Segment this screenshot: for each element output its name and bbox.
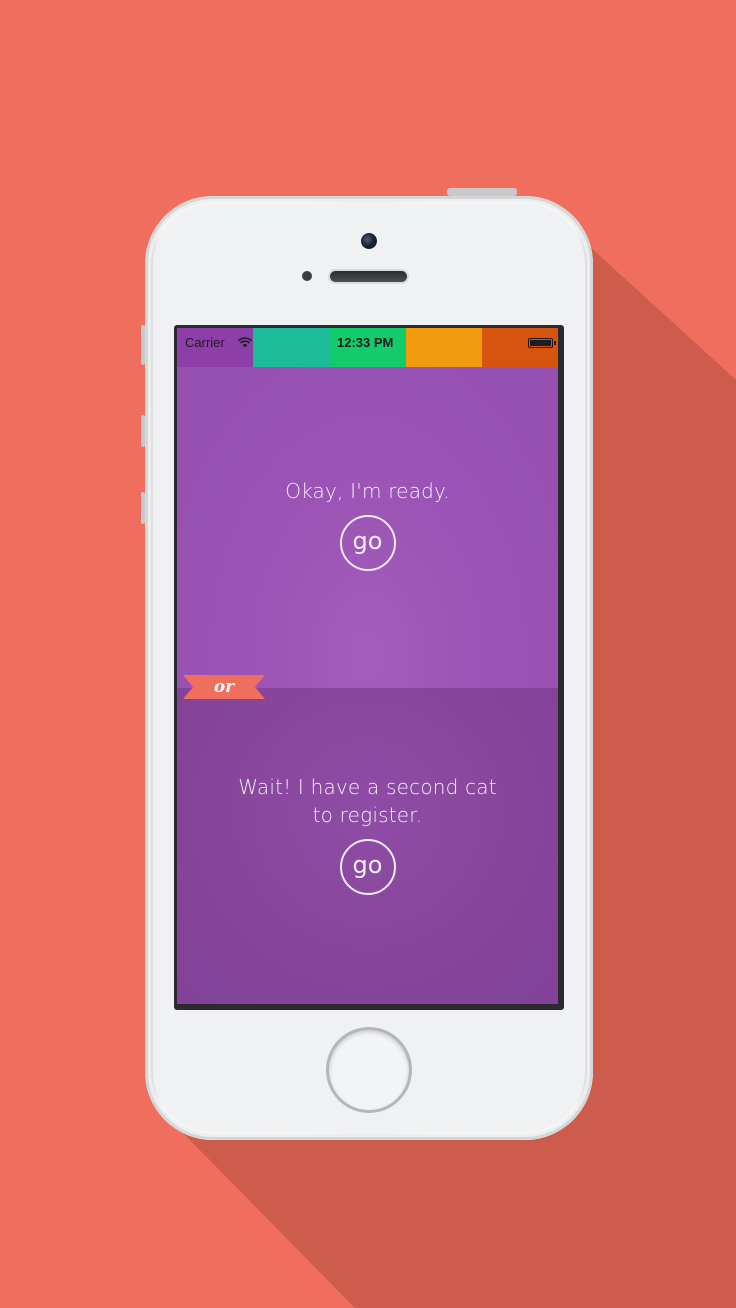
iphone-device: Carrier 12:33 PM Okay, I'm ready. go Wai… bbox=[145, 196, 593, 1140]
app-screen: Carrier 12:33 PM Okay, I'm ready. go Wai… bbox=[174, 325, 564, 1010]
status-segment bbox=[405, 328, 482, 367]
go-button-ready[interactable]: go bbox=[339, 515, 396, 571]
battery-tip bbox=[554, 341, 556, 345]
or-divider-label: or bbox=[213, 677, 235, 697]
carrier-label: Carrier bbox=[185, 335, 225, 350]
status-time: 12:33 PM bbox=[337, 335, 394, 350]
power-button[interactable] bbox=[447, 188, 517, 196]
home-button[interactable] bbox=[329, 1030, 409, 1110]
second-cat-panel: Wait! I have a second cat to register. g… bbox=[177, 688, 558, 1004]
ready-prompt: Okay, I'm ready. bbox=[285, 479, 450, 503]
battery-level bbox=[530, 340, 551, 346]
front-camera-icon bbox=[361, 233, 377, 249]
ready-panel: Okay, I'm ready. go bbox=[177, 367, 558, 688]
earpiece-speaker bbox=[330, 271, 407, 282]
proximity-sensor bbox=[302, 271, 312, 281]
battery-icon bbox=[528, 338, 556, 348]
go-button-second-cat[interactable]: go bbox=[339, 839, 396, 895]
status-bar: Carrier 12:33 PM bbox=[177, 328, 559, 367]
wifi-icon bbox=[238, 337, 252, 348]
second-cat-prompt: Wait! I have a second cat to register. bbox=[238, 775, 497, 827]
status-segment bbox=[253, 328, 330, 367]
